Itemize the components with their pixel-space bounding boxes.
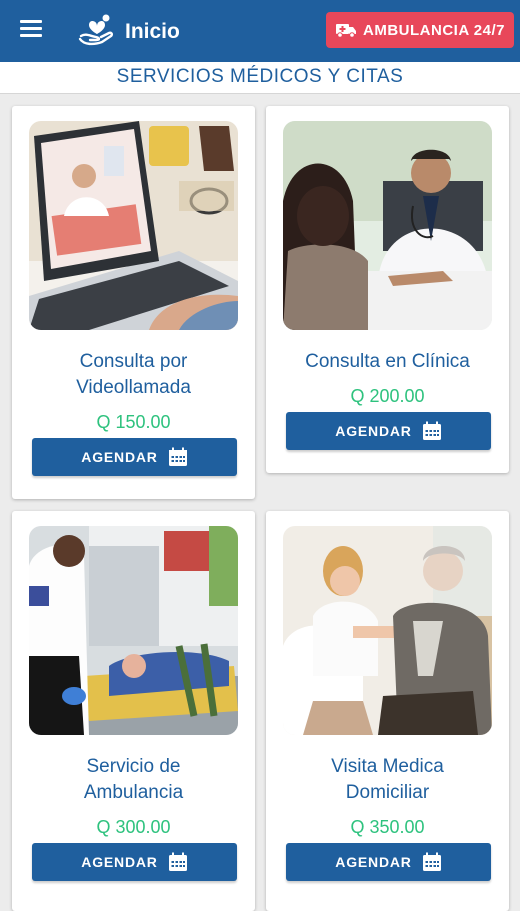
service-price: Q 200.00 <box>350 386 425 406</box>
service-title: Consulta por Videollamada <box>76 351 191 398</box>
service-card-clinica[interactable]: Consulta en Clínica Q 200.00 AGENDAR <box>266 106 509 473</box>
agendar-button-label: AGENDAR <box>81 854 158 870</box>
video-call-image <box>29 121 238 330</box>
service-card-domiciliar[interactable]: Visita Medica Domiciliar Q 350.00 AGENDA… <box>266 511 509 911</box>
agendar-button[interactable]: AGENDAR <box>286 843 491 881</box>
ambulance-24-7-button[interactable]: AMBULANCIA 24/7 <box>326 12 514 48</box>
ambulance-button-label: AMBULANCIA 24/7 <box>363 21 505 39</box>
service-price: Q 150.00 <box>96 412 171 432</box>
calendar-icon <box>168 447 187 466</box>
calendar-icon <box>422 421 441 440</box>
service-card-ambulancia[interactable]: Servicio de Ambulancia Q 300.00 AGENDAR <box>12 511 255 911</box>
app-bar: Inicio AMBULANCIA 24/7 <box>0 0 520 62</box>
clinic-consultation-image <box>283 121 492 330</box>
service-card-videollamada[interactable]: Consulta por Videollamada Q 150.00 AGEND… <box>12 106 255 499</box>
service-title: Servicio de Ambulancia <box>83 756 184 803</box>
agendar-button[interactable]: AGENDAR <box>32 438 237 476</box>
menu-icon[interactable] <box>20 20 42 38</box>
agendar-button-label: AGENDAR <box>335 423 412 439</box>
ambulance-service-image <box>29 526 238 735</box>
service-price: Q 350.00 <box>350 817 425 837</box>
service-title: Consulta en Clínica <box>305 351 470 372</box>
ambulance-icon <box>336 24 357 38</box>
agendar-button-label: AGENDAR <box>335 854 412 870</box>
calendar-icon <box>422 852 441 871</box>
agendar-button-label: AGENDAR <box>81 449 158 465</box>
section-header: SERVICIOS MÉDICOS Y CITAS <box>0 62 520 94</box>
service-price: Q 300.00 <box>96 817 171 837</box>
agendar-button[interactable]: AGENDAR <box>32 843 237 881</box>
care-hand-heart-logo <box>78 14 114 46</box>
home-visit-image <box>283 526 492 735</box>
page-title: Inicio <box>125 20 180 43</box>
service-title: Visita Medica Domiciliar <box>331 756 444 803</box>
calendar-icon <box>168 852 187 871</box>
section-title: SERVICIOS MÉDICOS Y CITAS <box>116 66 404 87</box>
agendar-button[interactable]: AGENDAR <box>286 412 491 450</box>
